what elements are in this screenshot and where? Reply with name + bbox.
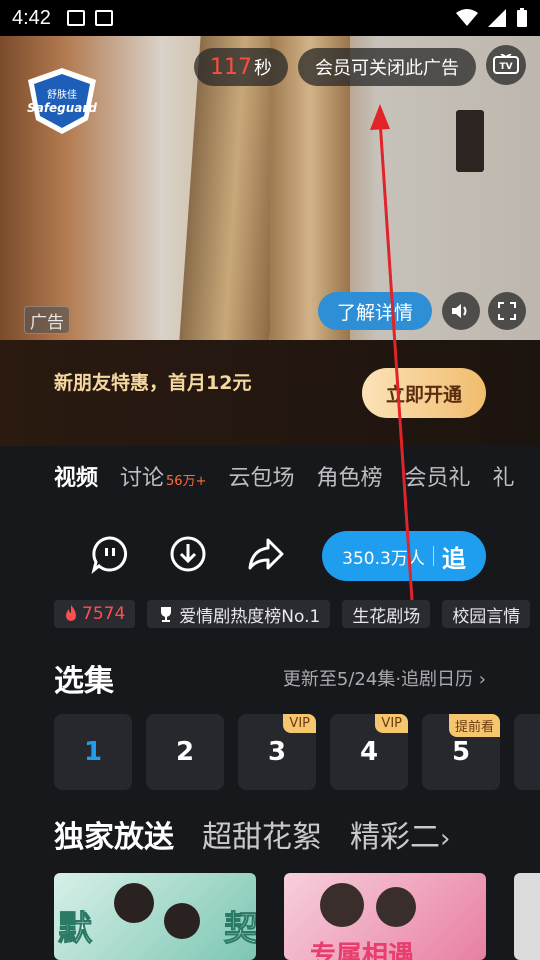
episode-title: 选集 [54,664,114,699]
tab-gift[interactable]: 礼 [493,460,515,496]
speaker-icon [452,304,467,318]
follow-button[interactable]: 350.3万人 追 [322,531,486,581]
chevron-right-icon: › [440,824,451,854]
vip-badge: VIP [375,714,408,733]
follow-count: 350.3万人 [342,548,425,569]
episode-item[interactable]: 1 [54,714,132,790]
video-thumbnail[interactable]: 专属相遇 [284,873,486,960]
episode-list: 1 2 3 VIP 4 VIP 5 提前看 [54,714,540,790]
wifi-icon [456,9,478,26]
learn-more-button[interactable]: 了解详情 [318,292,432,330]
fullscreen-icon [498,302,516,320]
video-player[interactable]: 舒肤佳 Safeguard 117 秒 会员可关闭此广告 TV 广告 了解详情 [0,36,540,340]
follow-label: 追 [441,544,466,573]
rank-tag[interactable]: 爱情剧热度榜No.1 [147,600,331,628]
section-tab-exclusive[interactable]: 独家放送 [54,812,174,858]
content-tabs: 视频 讨论 56万+ 云包场 角色榜 会员礼 礼 [54,460,540,496]
gallery-icon [66,10,85,26]
episode-header: 选集 更新至5/24集·追剧日历 › [54,656,486,700]
tv-icon: TV [493,54,519,74]
video-thumbnail[interactable]: 默 契 [54,873,256,960]
follow-divider [432,546,434,566]
download-icon[interactable] [168,534,208,574]
signal-icon [488,9,506,27]
section-tab-highlights[interactable]: 精彩二› [350,812,450,858]
fullscreen-button[interactable] [488,292,526,330]
thumb-person [320,883,364,927]
thumb-person [114,883,154,923]
thumb-caption-3: 专属相遇 [310,941,415,960]
tag-campus-romance[interactable]: 校园言情 [442,600,531,628]
elevator-panel [456,110,484,172]
tv-label: TV [499,62,512,72]
thumb-caption-2: 契 [224,909,257,950]
tab-video[interactable]: 视频 [54,460,98,496]
brand-line2: Safeguard [27,101,97,115]
font-icon [94,10,113,26]
status-bar: 4:42 [0,0,540,36]
early-access-badge: 提前看 [448,714,500,737]
brand-line1: 舒肤佳 [47,88,77,101]
episode-item[interactable]: 3 VIP [238,714,316,790]
section-tab-sweet-bts[interactable]: 超甜花絮 [202,812,322,858]
status-time: 4:42 [12,6,51,29]
tv-cast-button[interactable]: TV [486,45,526,85]
thumb-person [164,903,200,939]
vip-badge: VIP [283,714,316,733]
comment-icon[interactable] [90,534,130,574]
battery-icon [517,8,527,27]
heat-value: 7574 [82,604,126,624]
mute-button[interactable] [442,292,480,330]
tag-theater[interactable]: 生花剧场 [342,600,431,628]
tag-row: 7574 爱情剧热度榜No.1 生花剧场 校园言情 [54,600,540,628]
thumb-caption-1: 默 [58,909,93,950]
thumbnail-row: 默 契 专属相遇 [54,873,540,960]
ad-countdown: 117 秒 [194,48,288,86]
episode-item[interactable]: 5 提前看 [422,714,500,790]
video-thumbnail-partial[interactable] [514,873,540,960]
countdown-value: 117 [210,54,252,80]
subscribe-button[interactable]: 立即开通 [362,368,486,418]
chevron-right-icon: › [478,669,486,690]
tab-discussion[interactable]: 讨论 56万+ [120,460,206,496]
episode-item[interactable]: 2 [146,714,224,790]
ad-tag: 广告 [24,306,70,334]
tab-member-gift[interactable]: 会员礼 [405,460,471,496]
rank-text: 爱情剧热度榜No.1 [179,606,321,627]
discussion-count-badge: 56万+ [166,474,207,489]
update-calendar-link[interactable]: 更新至5/24集·追剧日历 › [283,665,486,691]
share-icon[interactable] [246,534,286,574]
countdown-unit: 秒 [254,58,272,79]
promo-bar: 新朋友特惠，首月12元 立即开通 [0,340,540,446]
section-tabs: 独家放送 超甜花絮 精彩二› [54,812,540,858]
heat-tag[interactable]: 7574 [54,600,136,628]
episode-item[interactable]: 4 VIP [330,714,408,790]
episode-item-partial[interactable] [514,714,540,790]
tab-cloud-booking[interactable]: 云包场 [228,460,294,496]
flame-icon [66,605,76,621]
close-ad-button[interactable]: 会员可关闭此广告 [298,48,476,86]
tab-character-rank[interactable]: 角色榜 [316,460,382,496]
promo-text: 新朋友特惠，首月12元 [54,372,252,394]
brand-logo: 舒肤佳 Safeguard [27,68,97,134]
trophy-icon [161,607,172,622]
thumb-person [376,887,416,927]
